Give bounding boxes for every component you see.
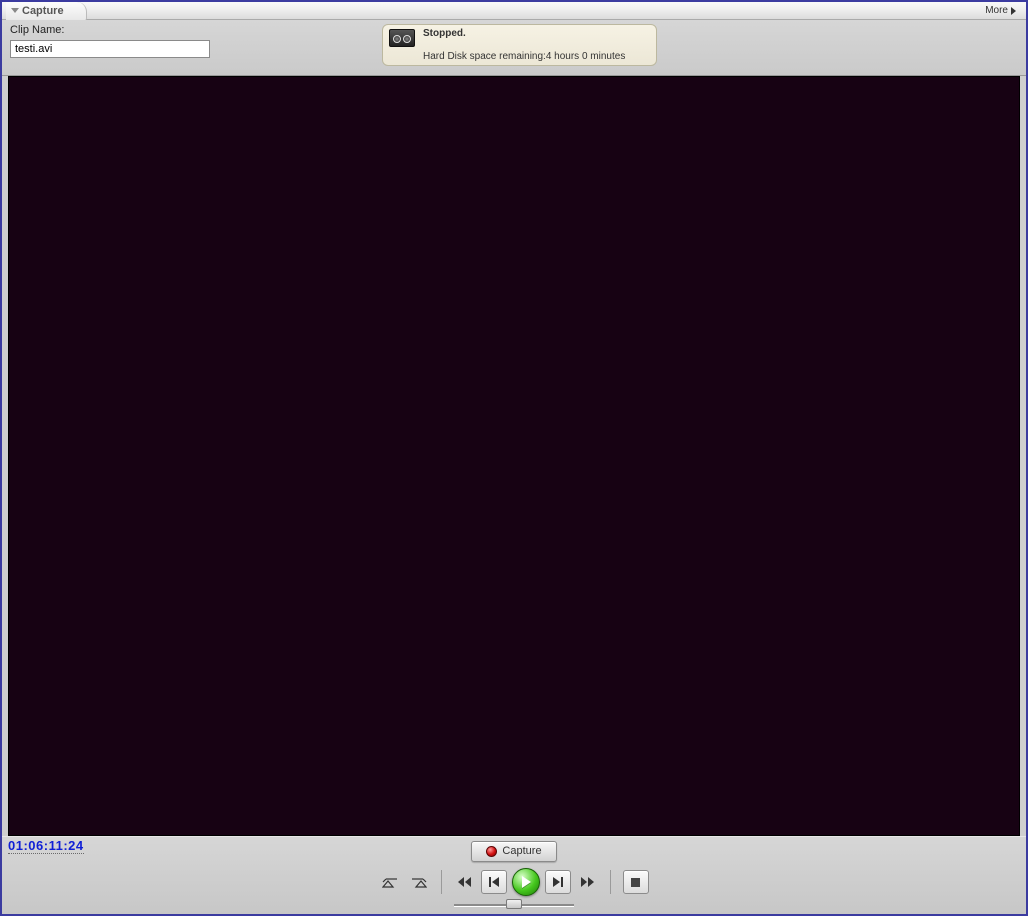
next-scene-button[interactable] (407, 870, 429, 894)
separator (441, 870, 442, 894)
play-button[interactable] (512, 868, 540, 896)
clipname-label: Clip Name: (10, 24, 210, 36)
fast-forward-button[interactable] (576, 870, 598, 894)
chevron-right-icon (1011, 7, 1016, 15)
step-forward-button[interactable] (545, 870, 571, 894)
clipname-block: Clip Name: (10, 24, 210, 58)
panel-menu-icon (11, 8, 19, 13)
title-tab[interactable]: Capture (6, 2, 87, 20)
preview-area (2, 76, 1026, 836)
status-title: Stopped. (423, 28, 625, 39)
separator (610, 870, 611, 894)
step-forward-icon (551, 876, 565, 888)
bottombar: 01:06:11:24 Capture (2, 836, 1026, 914)
more-button[interactable]: More (979, 5, 1022, 16)
prev-scene-button[interactable] (380, 870, 402, 894)
status-box: Stopped. Hard Disk space remaining:4 hou… (382, 24, 657, 66)
prev-scene-icon (382, 875, 400, 889)
record-icon (486, 846, 497, 857)
stop-button[interactable] (623, 870, 649, 894)
next-scene-icon (409, 875, 427, 889)
slider-row (2, 901, 1026, 909)
play-icon (522, 876, 531, 888)
step-back-button[interactable] (481, 870, 507, 894)
status-subtitle: Hard Disk space remaining:4 hours 0 minu… (423, 51, 625, 62)
slider-thumb[interactable] (506, 899, 522, 909)
clipname-input[interactable] (10, 40, 210, 58)
status-texts: Stopped. Hard Disk space remaining:4 hou… (423, 28, 625, 62)
video-preview (8, 76, 1020, 836)
playback-group (454, 868, 598, 896)
stop-icon (631, 878, 640, 887)
capture-button[interactable]: Capture (471, 841, 556, 862)
capture-window: Capture More Clip Name: Stopped. Hard Di… (0, 0, 1028, 916)
shuttle-slider[interactable] (454, 901, 574, 909)
header: Clip Name: Stopped. Hard Disk space rema… (2, 20, 1026, 76)
capture-row: Capture (2, 839, 1026, 863)
scene-group (380, 870, 429, 894)
fast-forward-icon (579, 876, 595, 888)
rewind-button[interactable] (454, 870, 476, 894)
cassette-icon (389, 29, 415, 47)
transport-row (2, 865, 1026, 899)
titlebar: Capture More (2, 2, 1026, 20)
rewind-icon (457, 876, 473, 888)
more-label: More (985, 5, 1008, 16)
capture-button-label: Capture (502, 845, 541, 857)
step-back-icon (487, 876, 501, 888)
window-title: Capture (22, 5, 64, 17)
